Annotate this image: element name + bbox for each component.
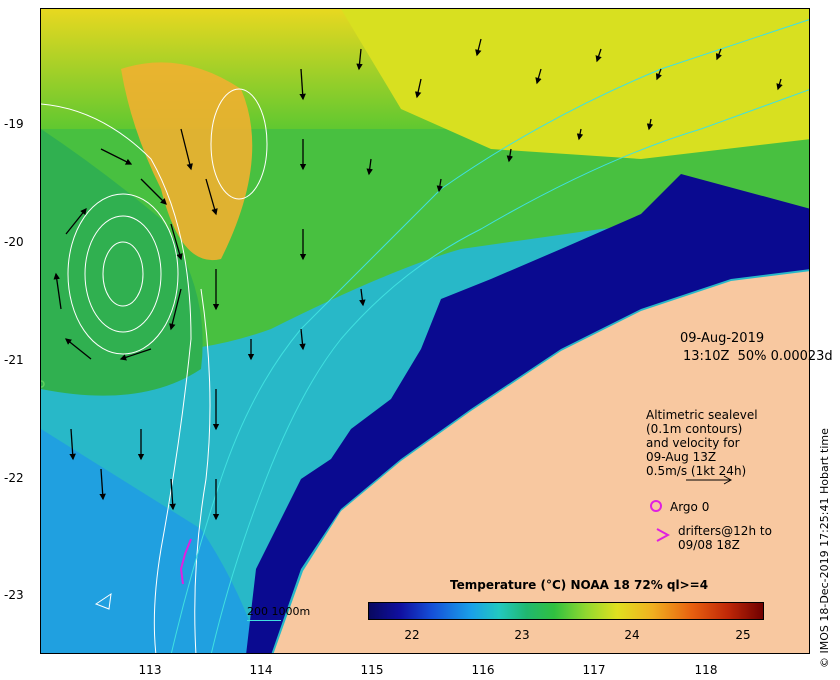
altimetry-line: and velocity for xyxy=(646,436,740,450)
colorbar-tick: 23 xyxy=(514,628,530,642)
y-tick-label: -20 xyxy=(4,235,24,249)
x-tick-label: 118 xyxy=(694,663,718,677)
y-tick-label: -21 xyxy=(4,353,24,367)
y-tick-label: -23 xyxy=(4,588,24,602)
isobath-legend-line xyxy=(247,620,281,621)
altimetry-line: Altimetric sealevel xyxy=(646,408,758,422)
colorbar-tick: 22 xyxy=(404,628,420,642)
argo-icon xyxy=(650,500,662,512)
x-tick-label: 114 xyxy=(249,663,273,677)
colorbar-tick: 24 xyxy=(624,628,640,642)
x-tick-label: 113 xyxy=(138,663,162,677)
argo-label: Argo 0 xyxy=(670,500,710,514)
y-tick-label: -22 xyxy=(4,471,24,485)
x-tick-label: 115 xyxy=(360,663,384,677)
isobath-legend: 200 1000m xyxy=(247,605,311,618)
colorbar-tick: 25 xyxy=(735,628,751,642)
altimetry-line: (0.1m contours) xyxy=(646,422,743,436)
velocity-scale-arrow xyxy=(686,475,733,485)
credit-text: © IMOS 18-Dec-2019 17:25:41 Hobart time xyxy=(818,428,831,668)
drifters-label: drifters@12h to xyxy=(678,524,772,538)
drifters-label: 09/08 18Z xyxy=(678,538,740,552)
colorbar-title: Temperature (°C) NOAA 18 72% ql>=4 xyxy=(450,578,709,592)
x-tick-label: 116 xyxy=(471,663,495,677)
y-tick-label: -19 xyxy=(4,117,24,131)
map-time-stats: 13:10Z 50% 0.00023d xyxy=(683,349,833,364)
temperature-colorbar xyxy=(368,602,764,620)
drifter-icon xyxy=(656,528,670,542)
altimetry-line: 09-Aug 13Z xyxy=(646,450,717,464)
x-tick-label: 117 xyxy=(582,663,606,677)
map-date: 09-Aug-2019 xyxy=(680,331,765,346)
